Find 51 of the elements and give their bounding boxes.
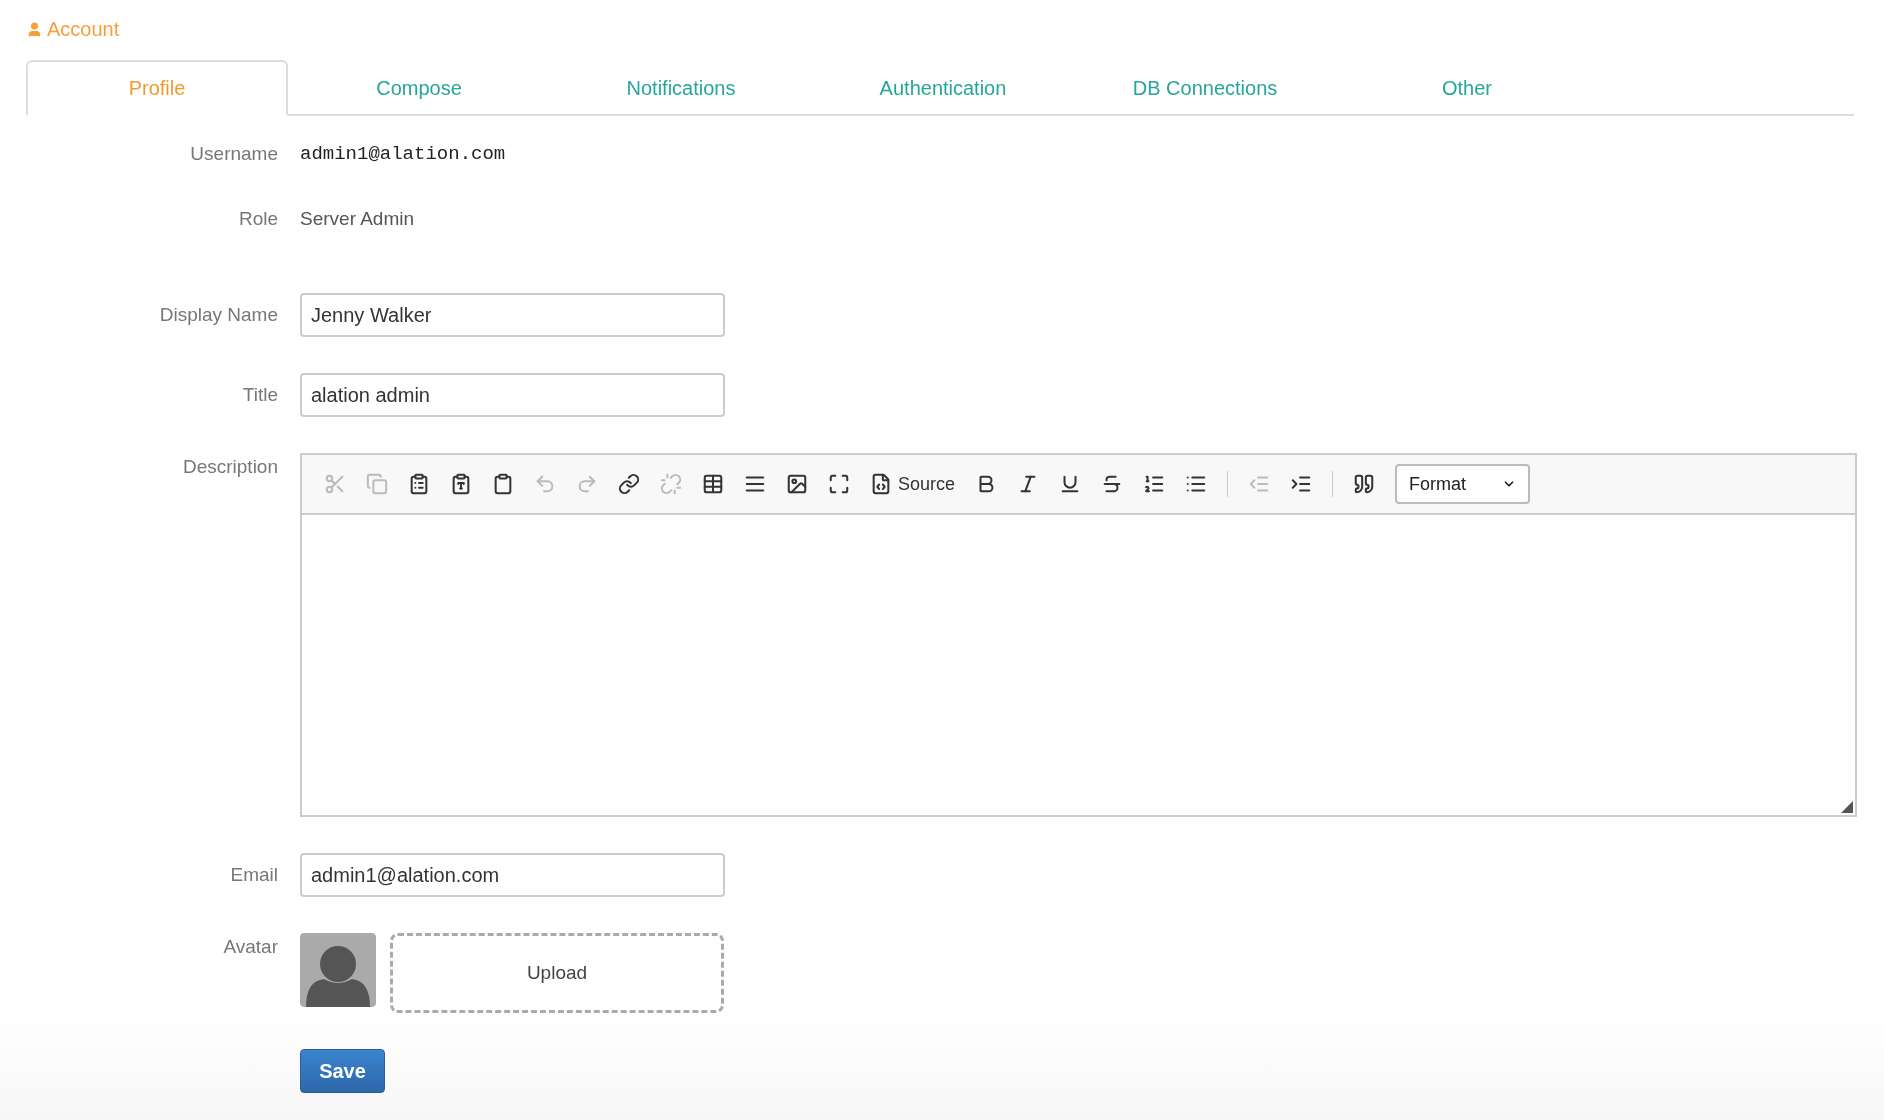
page-title: Account (47, 17, 120, 42)
field-label: Avatar (223, 936, 278, 957)
toolbar-button[interactable] (828, 473, 850, 495)
clipboard-icon (492, 473, 514, 495)
toolbar-button[interactable] (492, 473, 514, 495)
toolbar-separator (1332, 471, 1334, 497)
quote-icon (1353, 473, 1376, 495)
field-label: Display Name (159, 303, 278, 325)
toolbar-separator (1227, 471, 1229, 497)
field-label: Username (190, 143, 278, 164)
format-dropdown[interactable]: Format (1395, 464, 1531, 504)
field-label: Role (238, 207, 278, 229)
undo-icon (534, 473, 556, 495)
link-icon (618, 473, 640, 495)
image-icon (786, 473, 808, 495)
source-file-icon (870, 473, 892, 495)
username-value: admin1@alation.com (300, 143, 506, 165)
user-icon (26, 20, 43, 38)
avatar-placeholder-icon (300, 933, 376, 1007)
resize-handle-icon (1841, 801, 1853, 813)
scissors-icon (324, 473, 346, 495)
redo-icon (576, 473, 598, 495)
maximize-icon (828, 473, 850, 495)
tab[interactable]: Other (1336, 60, 1598, 116)
email-field[interactable]: admin1@alation.com (300, 853, 725, 897)
toolbar-button[interactable] (786, 473, 808, 495)
toolbar-button[interactable] (618, 473, 640, 495)
title-field[interactable]: alation admin (300, 373, 725, 417)
display-name-field[interactable]: Jenny Walker (300, 293, 725, 337)
tab[interactable]: Compose (288, 60, 550, 116)
toolbar-button[interactable] (450, 473, 472, 495)
tab[interactable]: DB Connections (1074, 60, 1336, 116)
field-label: Description (182, 456, 278, 477)
field-label: Email (230, 863, 278, 885)
save-button[interactable]: Save (300, 1049, 385, 1093)
toolbar-button[interactable] (1143, 473, 1166, 495)
clipboard-icon (408, 473, 430, 495)
toolbar-button[interactable] (702, 473, 724, 495)
tab[interactable]: Authentication (812, 60, 1074, 116)
unlink-icon (660, 473, 682, 495)
tab[interactable]: Notifications (550, 60, 812, 116)
source-button[interactable]: Source (870, 470, 956, 498)
role-value: Server Admin (300, 207, 415, 229)
clipboard-text-icon (450, 473, 472, 495)
toolbar-button[interactable] (1353, 473, 1376, 495)
numbered-list-icon (1143, 473, 1166, 495)
field-label: Title (242, 383, 278, 405)
upload-dropzone[interactable]: Upload (390, 933, 724, 1013)
table-icon (702, 473, 724, 495)
copy-icon (366, 473, 388, 495)
toolbar-button[interactable] (408, 473, 430, 495)
